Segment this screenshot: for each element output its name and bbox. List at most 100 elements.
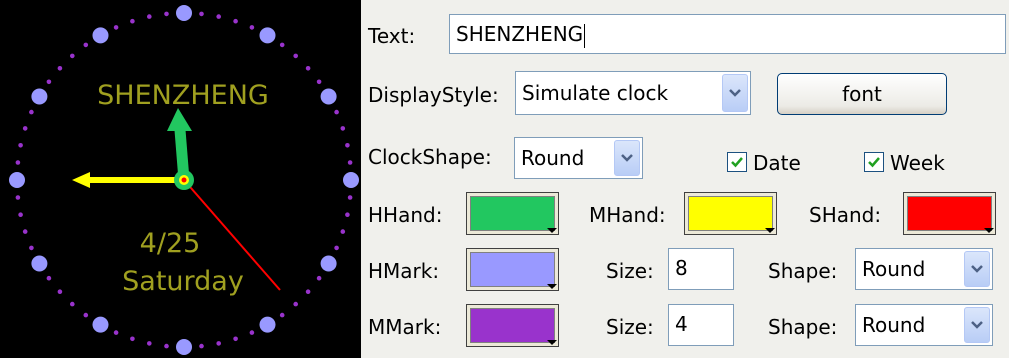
minute-mark bbox=[249, 330, 255, 335]
minute-mark bbox=[130, 336, 135, 342]
minute-mark bbox=[216, 341, 221, 346]
minute-mark-shape-select[interactable]: Round bbox=[855, 304, 993, 346]
minute-hand-color-fill bbox=[688, 196, 773, 231]
minute-mark bbox=[305, 289, 311, 295]
hour-hand-color-fill bbox=[470, 196, 555, 231]
week-checkbox[interactable] bbox=[864, 152, 884, 172]
hour-mark bbox=[343, 172, 359, 188]
minute-mark bbox=[233, 18, 238, 24]
minute-mark-shape-label: Shape: bbox=[768, 315, 838, 339]
clock-shape-label: ClockShape: bbox=[368, 145, 492, 169]
minute-mark bbox=[83, 42, 89, 48]
clock-face: SHENZHENG 4/25 Saturday bbox=[9, 5, 359, 355]
settings-panel: Text: SHENZHENG DisplayStyle: Simulate c… bbox=[361, 0, 1009, 358]
text-caret bbox=[584, 23, 586, 48]
minute-mark bbox=[113, 330, 119, 335]
week-checkbox-label[interactable]: Week bbox=[890, 151, 945, 175]
minute-mark bbox=[216, 14, 221, 19]
center-hub-dot bbox=[181, 177, 187, 183]
minute-mark bbox=[233, 336, 238, 342]
minute-mark bbox=[279, 312, 285, 318]
chevron-down-icon[interactable] bbox=[964, 307, 990, 343]
hour-mark-color-fill bbox=[470, 252, 555, 287]
minute-mark bbox=[15, 160, 21, 165]
hour-mark-color-swatch[interactable] bbox=[466, 248, 559, 291]
hour-mark bbox=[320, 255, 337, 272]
minute-mark bbox=[199, 343, 204, 349]
minute-mark bbox=[147, 14, 152, 19]
second-hand-color-swatch[interactable] bbox=[903, 192, 996, 235]
dropdown-corner-icon bbox=[547, 228, 557, 233]
minute-mark-size-label: Size: bbox=[606, 315, 654, 339]
checkmark-icon bbox=[731, 157, 743, 168]
hour-mark-size-label: Size: bbox=[606, 259, 654, 283]
hour-mark bbox=[259, 316, 276, 333]
font-button[interactable]: font bbox=[777, 73, 947, 115]
minute-mark bbox=[334, 109, 339, 115]
clock-shape-select[interactable]: Round bbox=[514, 137, 643, 179]
chevron-down-icon[interactable] bbox=[964, 251, 990, 287]
minute-mark bbox=[113, 25, 119, 30]
minute-mark bbox=[334, 245, 339, 251]
minute-mark bbox=[340, 126, 346, 131]
minute-mark bbox=[70, 301, 75, 307]
hour-mark bbox=[92, 316, 109, 333]
minute-mark bbox=[18, 143, 23, 148]
minute-mark bbox=[345, 143, 350, 148]
hour-mark bbox=[31, 255, 48, 272]
minute-mark bbox=[279, 42, 285, 48]
minute-mark bbox=[46, 79, 52, 85]
checkmark-icon bbox=[868, 157, 880, 168]
hour-mark-shape-select[interactable]: Round bbox=[855, 248, 993, 290]
second-hand-label: SHand: bbox=[809, 203, 882, 227]
minute-mark bbox=[70, 53, 75, 59]
minute-mark-color-swatch[interactable] bbox=[466, 304, 559, 347]
minute-mark bbox=[293, 53, 299, 59]
clock-title-text: SHENZHENG bbox=[97, 80, 269, 111]
display-style-label: DisplayStyle: bbox=[368, 83, 499, 107]
minute-mark bbox=[249, 25, 255, 30]
clock-week-text: Saturday bbox=[122, 266, 244, 297]
minute-mark bbox=[83, 312, 89, 318]
chevron-down-icon[interactable] bbox=[614, 140, 640, 176]
hour-mark bbox=[259, 27, 276, 44]
minute-mark bbox=[164, 343, 169, 349]
minute-mark bbox=[293, 301, 299, 307]
hour-hand-color-swatch[interactable] bbox=[466, 192, 559, 235]
minute-mark bbox=[347, 195, 353, 200]
minute-mark bbox=[305, 66, 311, 71]
minute-mark bbox=[316, 275, 322, 281]
hour-mark-size-input[interactable]: 8 bbox=[668, 248, 734, 290]
minute-mark bbox=[57, 289, 63, 295]
dropdown-corner-icon bbox=[984, 228, 994, 233]
hour-hand-tip bbox=[167, 108, 192, 131]
minute-hand-color-swatch[interactable] bbox=[684, 192, 777, 235]
minute-mark bbox=[199, 11, 204, 17]
dropdown-corner-icon bbox=[765, 228, 775, 233]
date-checkbox-label[interactable]: Date bbox=[753, 151, 801, 175]
minute-mark bbox=[130, 18, 135, 24]
chevron-down-icon[interactable] bbox=[722, 74, 748, 112]
minute-hand-label: MHand: bbox=[589, 203, 666, 227]
date-checkbox[interactable] bbox=[727, 152, 747, 172]
dropdown-corner-icon bbox=[547, 340, 557, 345]
minute-mark bbox=[316, 79, 322, 85]
clock-preview: SHENZHENG 4/25 Saturday bbox=[0, 0, 361, 358]
minute-mark-label: MMark: bbox=[368, 315, 442, 339]
minute-mark bbox=[22, 126, 28, 131]
hour-mark bbox=[176, 5, 192, 21]
text-input[interactable]: SHENZHENG bbox=[449, 14, 1006, 54]
text-label: Text: bbox=[368, 24, 416, 48]
display-style-select[interactable]: Simulate clock bbox=[515, 71, 751, 115]
clock-shape-value: Round bbox=[521, 146, 585, 170]
hour-mark bbox=[31, 88, 48, 105]
hour-mark bbox=[320, 88, 337, 105]
minute-mark-color-fill bbox=[470, 308, 555, 343]
minute-mark bbox=[147, 341, 152, 346]
dropdown-corner-icon bbox=[547, 284, 557, 289]
minute-mark bbox=[29, 245, 34, 251]
minute-mark bbox=[29, 109, 34, 115]
minute-mark bbox=[18, 212, 23, 217]
minute-mark-size-input[interactable]: 4 bbox=[668, 304, 734, 346]
hour-mark bbox=[9, 172, 25, 188]
